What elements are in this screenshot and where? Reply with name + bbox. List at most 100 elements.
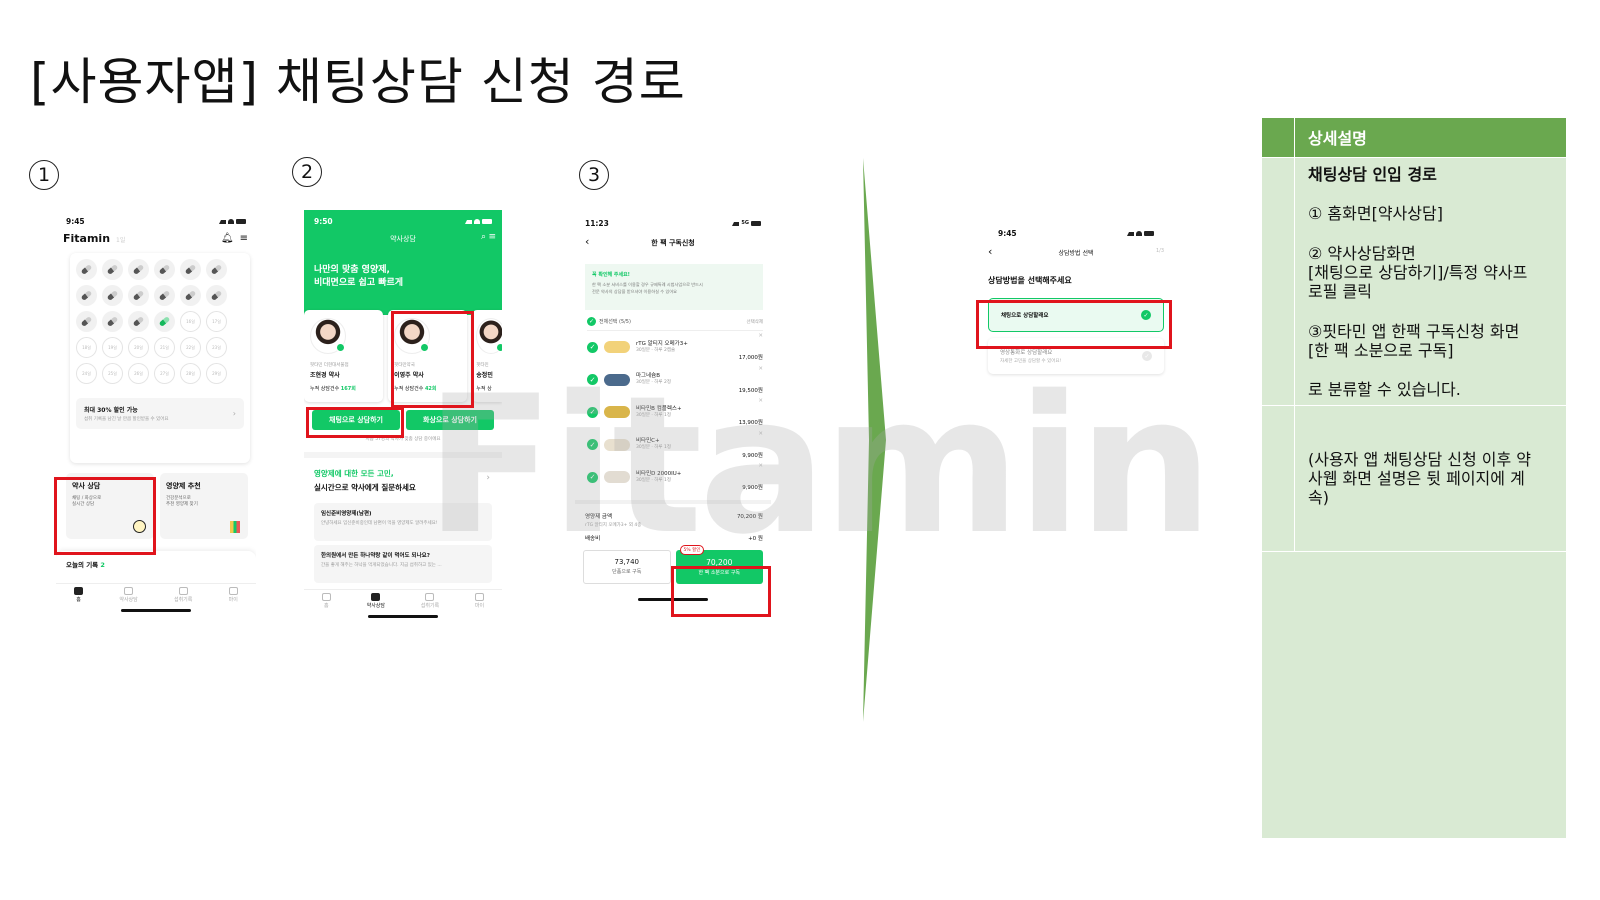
calendar-day-label[interactable]: 18일 bbox=[76, 337, 97, 358]
option-video-desc: 자세한 고민을 상담할 수 있어요! bbox=[1000, 359, 1062, 364]
status-icons: 5G bbox=[732, 220, 761, 226]
tab-my[interactable]: 마이 bbox=[475, 593, 484, 609]
today-record-sheet[interactable]: 오늘의 기록 2 bbox=[56, 551, 256, 583]
product-sub: 30일분 · 하루 2정 bbox=[636, 380, 672, 386]
status-time: 9:45 bbox=[998, 228, 1017, 238]
calendar-day-label[interactable]: 16일 bbox=[180, 311, 201, 332]
qna-item[interactable]: 임신준비영양제(남편) 안녕하세요 임신준비중인데 남편이 먹을 영양제도 알려… bbox=[314, 503, 492, 541]
product-image bbox=[604, 373, 630, 386]
pill-day-cell[interactable] bbox=[102, 311, 123, 332]
user-icon bbox=[474, 593, 484, 601]
pill-day-cell[interactable] bbox=[128, 311, 149, 332]
check-icon[interactable]: ✓ bbox=[587, 374, 598, 386]
tab-home[interactable]: 홈 bbox=[74, 587, 84, 603]
calendar-day-label[interactable]: 28일 bbox=[180, 363, 201, 384]
close-icon[interactable]: ✕ bbox=[742, 431, 763, 437]
check-icon: ✓ bbox=[1142, 351, 1152, 361]
pill-day-cell[interactable] bbox=[154, 259, 175, 280]
calendar-day-label[interactable]: 20일 bbox=[128, 337, 149, 358]
pill-day-cell[interactable] bbox=[154, 285, 175, 306]
delete-selected-button[interactable]: 선택삭제 bbox=[746, 319, 763, 325]
calendar-day-label[interactable]: 19일 bbox=[102, 337, 123, 358]
product-row[interactable]: ✓ rTG 알티지 오메가3+ 30일분 · 하루 2캡슐 ✕ 17,000원 bbox=[587, 331, 763, 364]
discount-banner[interactable]: 최대 30% 할인 가능 섭취 기록을 남긴 날 만큼 할인받을 수 있어요 › bbox=[76, 398, 244, 429]
close-icon[interactable]: ✕ bbox=[742, 463, 763, 469]
tab-home[interactable]: 홈 bbox=[321, 593, 331, 609]
pill-day-cell[interactable] bbox=[206, 285, 227, 306]
search-icon[interactable]: ⌕ bbox=[481, 232, 486, 242]
pill-icon bbox=[158, 290, 171, 301]
check-icon[interactable]: ✓ bbox=[587, 406, 598, 418]
tab-my[interactable]: 마이 bbox=[229, 587, 238, 603]
check-icon[interactable]: ✓ bbox=[587, 471, 598, 483]
pill-icon bbox=[132, 264, 145, 275]
pill-day-cell[interactable] bbox=[128, 285, 149, 306]
panel-note-line-1: (사용자 앱 채팅상담 신청 이후 약 bbox=[1308, 450, 1532, 469]
chevron-right-icon: › bbox=[486, 473, 490, 483]
highlight-pack-button bbox=[671, 566, 771, 617]
pill-day-cell[interactable] bbox=[180, 285, 201, 306]
pill-day-cell[interactable] bbox=[154, 311, 175, 332]
video-consult-button[interactable]: 화상으로 상담하기 bbox=[406, 410, 494, 430]
calendar-day-label[interactable]: 25일 bbox=[102, 363, 123, 384]
pharmacist-name: 송정민 bbox=[476, 372, 493, 379]
pill-day-cell[interactable] bbox=[102, 259, 123, 280]
pharmacist-card[interactable]: 핏타민 더현대서울점 조현경 약사 누적 상담건수 167회 bbox=[304, 310, 384, 402]
bell-icon[interactable]: 🔔︎ bbox=[221, 233, 234, 244]
pill-icon bbox=[80, 290, 93, 301]
pill-icon bbox=[184, 290, 197, 301]
method-header-title: 상담방법 선택 bbox=[1058, 250, 1094, 257]
count-value: 167회 bbox=[340, 386, 356, 392]
product-row[interactable]: ✓ 비타민D 2000IU+ 30일분 · 하루 1정 ✕ 9,900원 bbox=[587, 461, 763, 494]
check-icon[interactable]: ✓ bbox=[587, 341, 598, 353]
close-icon[interactable]: ✕ bbox=[739, 333, 763, 339]
flow-arrow bbox=[863, 158, 886, 722]
pill-icon bbox=[106, 264, 119, 275]
product-row[interactable]: ✓ 비타민C+ 30일분 · 하루 1정 ✕ 9,900원 bbox=[587, 429, 763, 462]
pill-icon bbox=[80, 316, 93, 327]
qna-item[interactable]: 한의원에서 만든 하나약랑 같이 먹어도 되나요? 간을 좋게 해주는 하낙을 … bbox=[314, 545, 492, 583]
notice-box: 꼭 확인해 주세요! 한 팩 소분 서비스를 이용할 경우 규제특례 시범사업으… bbox=[585, 264, 763, 310]
menu-icon[interactable]: ≡ bbox=[488, 232, 496, 242]
pill-day-cell[interactable] bbox=[76, 285, 97, 306]
close-icon[interactable]: ✕ bbox=[739, 398, 763, 404]
check-icon[interactable]: ✓ bbox=[587, 439, 598, 451]
qna-answer: 안녕하세요 임신준비중인데 남편이 먹을 영양제도 알려주세요! bbox=[321, 521, 438, 526]
status-icons bbox=[219, 218, 246, 224]
tab-intake[interactable]: 섭취기록 bbox=[174, 587, 192, 603]
calendar-icon bbox=[178, 587, 188, 595]
status-time: 9:45 bbox=[66, 216, 85, 226]
back-icon[interactable]: ‹ bbox=[585, 235, 589, 248]
product-row[interactable]: ✓ 마그네슘B 30일분 · 하루 2정 ✕ 19,500원 bbox=[587, 364, 763, 397]
pill-day-cell[interactable] bbox=[128, 259, 149, 280]
pharmacist-card-partial[interactable]: 핏타민 송정민 누적 상 bbox=[472, 310, 502, 402]
pill-day-cell[interactable] bbox=[76, 311, 97, 332]
tab-intake[interactable]: 섭취기록 bbox=[421, 593, 439, 609]
calendar-day-label[interactable]: 24일 bbox=[76, 363, 97, 384]
product-row[interactable]: ✓ 비타민B 컴플렉스+ 30일분 · 하루 1정 ✕ 13,900원 bbox=[587, 396, 763, 429]
calendar-day-label[interactable]: 21일 bbox=[154, 337, 175, 358]
calendar-day-label[interactable]: 29일 bbox=[206, 363, 227, 384]
panel-section-title: 채팅상담 인입 경로 bbox=[1308, 165, 1437, 184]
pill-day-cell[interactable] bbox=[206, 259, 227, 280]
menu-icon[interactable]: ≡ bbox=[240, 233, 248, 244]
product-price: 19,500원 bbox=[738, 387, 763, 394]
tab-consult[interactable]: 약사상담 bbox=[367, 593, 385, 609]
calendar-day-label[interactable]: 23일 bbox=[206, 337, 227, 358]
select-all-checkbox[interactable]: ✓ 전체선택 (5/5) bbox=[587, 317, 631, 326]
qna-section-header[interactable]: 영양제에 대한 모든 고민, 실시간으로 약사에게 질문하세요 › bbox=[304, 458, 502, 493]
tab-consult[interactable]: 약사상담 bbox=[119, 587, 138, 603]
calendar-day-label[interactable]: 27일 bbox=[154, 363, 175, 384]
calendar-day-label[interactable]: 17일 bbox=[206, 311, 227, 332]
calendar-day-label[interactable]: 22일 bbox=[180, 337, 201, 358]
single-subscribe-button[interactable]: 73,740 단품으로 구독 bbox=[583, 549, 671, 584]
pill-day-cell[interactable] bbox=[180, 259, 201, 280]
calendar-day-label[interactable]: 26일 bbox=[128, 363, 149, 384]
pill-day-cell[interactable] bbox=[102, 285, 123, 306]
close-icon[interactable]: ✕ bbox=[739, 366, 763, 372]
supplement-recommend-card[interactable]: 영양제 추천 건강분석으로 추천 영양제 찾기 bbox=[160, 473, 248, 539]
pill-icon bbox=[132, 290, 145, 301]
back-icon[interactable]: ‹ bbox=[988, 245, 992, 258]
pill-day-cell[interactable] bbox=[76, 259, 97, 280]
panel-note-row: (사용자 앱 채팅상담 신청 이후 약 사웹 화면 설명은 뒷 페이지에 계 속… bbox=[1262, 406, 1566, 552]
